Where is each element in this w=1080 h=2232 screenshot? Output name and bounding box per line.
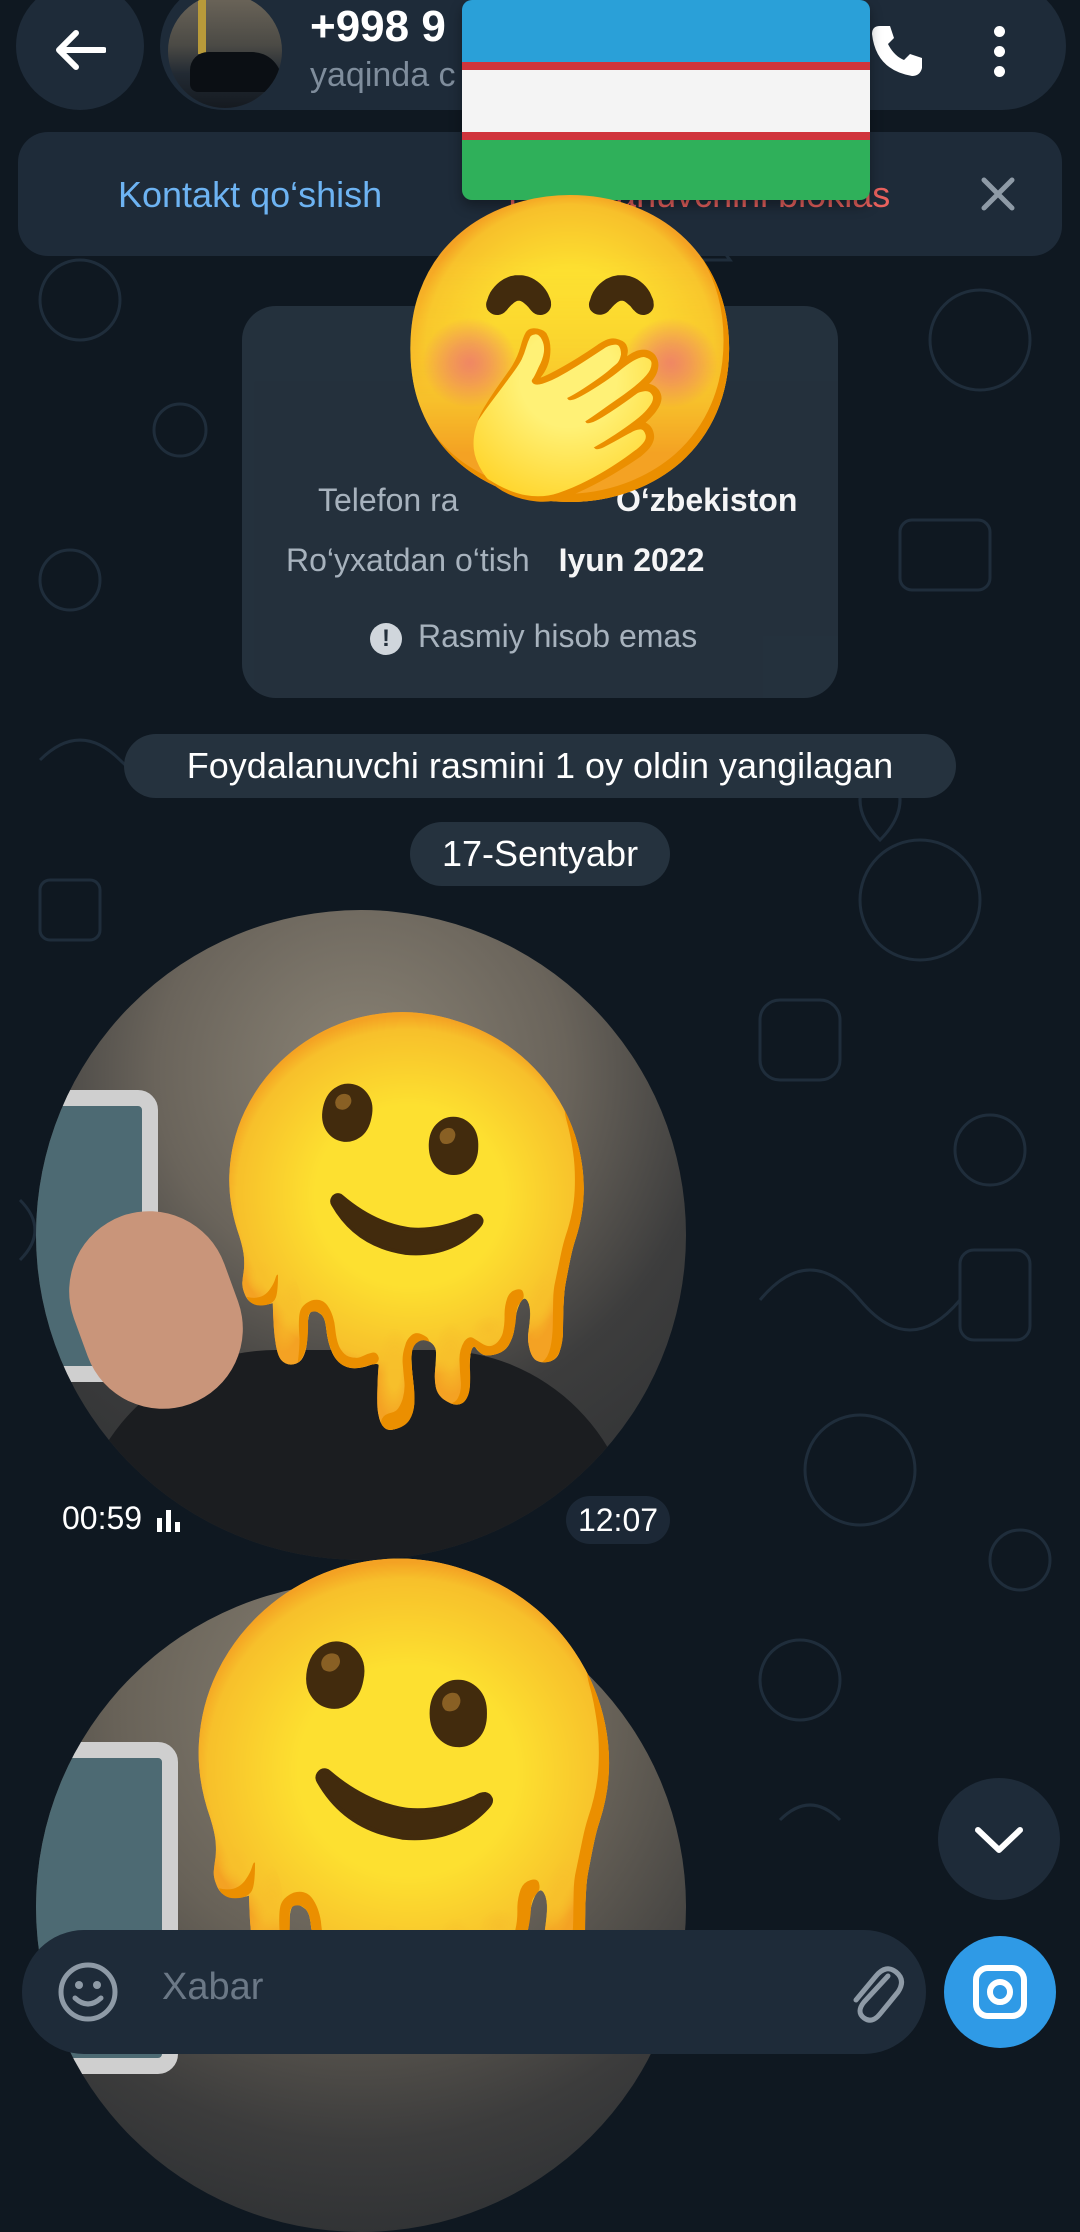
exclamation-icon: ! [370,622,402,655]
melting-face-emoji: 🫠 [170,1007,644,1432]
hand-over-mouth-emoji: 🤭 [384,182,758,518]
camera-icon [973,1965,1027,2019]
back-button[interactable] [16,0,144,110]
avatar-car [190,52,282,92]
date-divider: 17-Sentyabr [410,822,670,886]
audio-level-icon [156,1509,180,1532]
message-input[interactable]: Xabar [162,1966,263,2009]
registration-label: Ro‘yxatdan o‘tish [286,542,530,578]
photo-update-notice: Foydalanuvchi rasmini 1 oy oldin yangila… [124,734,956,798]
phone-icon[interactable] [866,20,926,80]
video-duration: 00:59 [62,1500,183,1537]
paperclip-icon[interactable] [842,1956,906,2028]
smiley-icon[interactable] [56,1960,120,2024]
video-message-button[interactable] [944,1936,1056,2048]
video-duration-text: 00:59 [62,1500,143,1536]
avatar-pole [198,0,206,54]
scroll-down-button[interactable] [938,1778,1060,1900]
avatar[interactable] [168,0,282,108]
message-composer: Xabar [22,1930,926,2054]
registration-value: Iyun 2022 [558,542,705,578]
close-icon[interactable] [976,172,1020,216]
contact-status: yaqinda c [310,56,456,94]
chevron-down-icon [975,1827,1023,1853]
message-time: 12:07 [566,1496,670,1544]
uzbekistan-flag-icon [462,0,870,200]
warning-text: Rasmiy hisob emas [418,618,698,654]
more-options-icon[interactable] [982,24,1018,80]
contact-name[interactable]: +998 9 [310,2,446,52]
add-contact-button[interactable]: Kontakt qo‘shish [118,174,382,216]
arrow-left-icon [56,30,106,70]
registration-row: Ro‘yxatdan o‘tish Iyun 2022 [286,542,704,579]
unofficial-warning: ! Rasmiy hisob emas [370,618,697,655]
